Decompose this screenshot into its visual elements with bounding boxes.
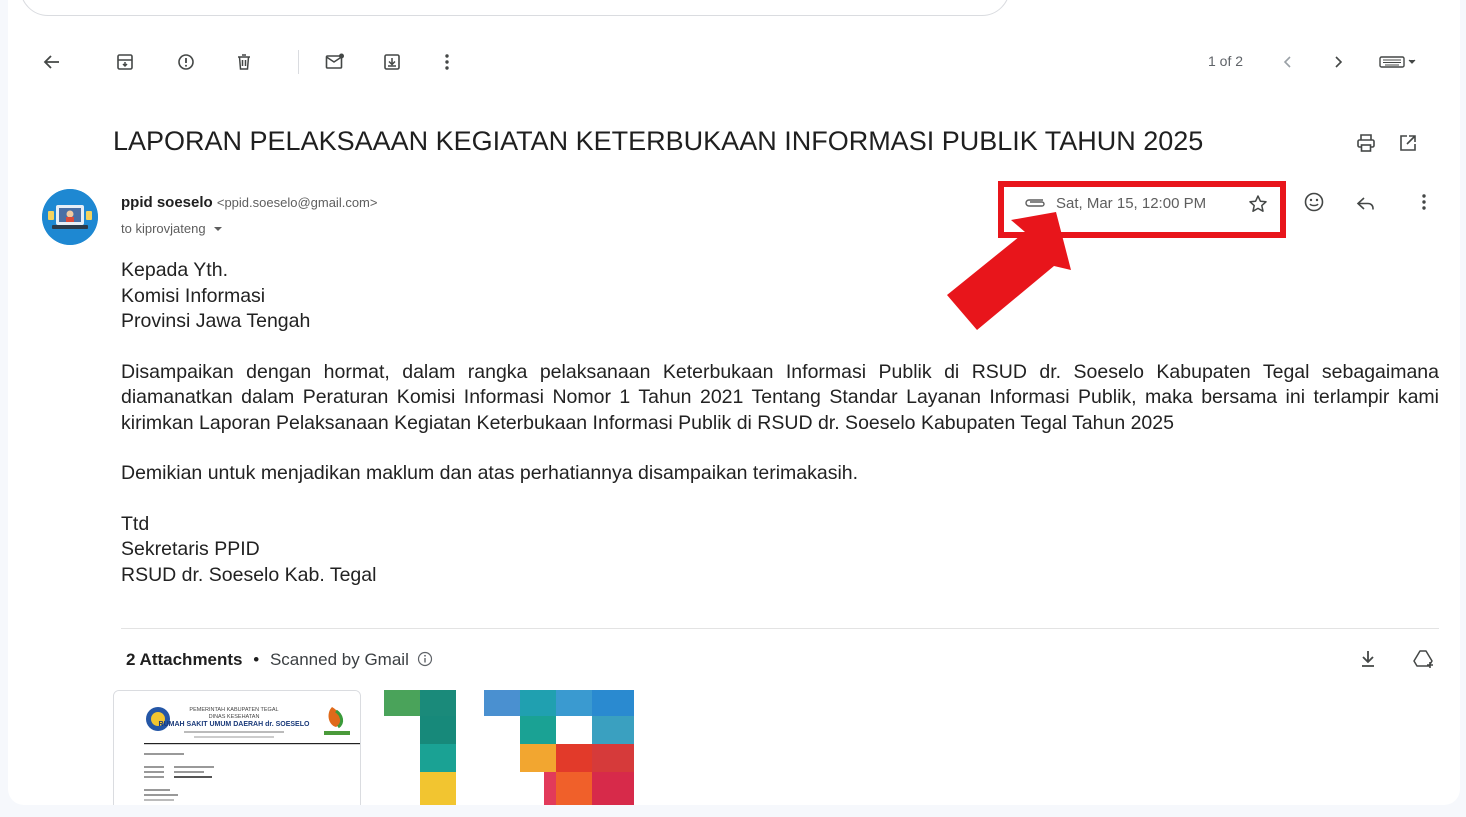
message-more-icon[interactable] (1410, 188, 1438, 216)
subject-row: LAPORAN PELAKSAAAN KEGIATAN KETERBUKAAN … (113, 122, 1443, 162)
signature-line: Sekretaris PPID (121, 538, 260, 560)
add-reaction-icon[interactable] (1300, 188, 1328, 216)
info-icon[interactable] (417, 651, 433, 667)
recipient-label: to kiprovjateng (121, 221, 206, 236)
closing-paragraph: Demikian untuk menjadikan maklum dan ata… (121, 462, 859, 484)
signature-line: RSUD dr. Soeselo Kab. Tegal (121, 563, 377, 586)
greeting-line: Provinsi Jawa Tengah (121, 310, 311, 332)
email-date: Sat, Mar 15, 12:00 PM (1056, 195, 1207, 212)
greeting-block: Kepada Yth. Komisi Informasi Provinsi Ja… (121, 258, 1439, 335)
attachment-thumbnail-letter[interactable]: PEMERINTAH KABUPATEN TEGAL DINAS KESEHAT… (113, 690, 361, 805)
letterhead-line: RUMAH SAKIT UMUM DAERAH dr. SOESELO (159, 721, 310, 728)
mark-unread-icon[interactable] (321, 48, 349, 76)
letterhead-line: PEMERINTAH KABUPATEN TEGAL (189, 707, 278, 713)
email-body: Kepada Yth. Komisi Informasi Provinsi Ja… (121, 258, 1439, 613)
attachments-header: 2 Attachments • Scanned by Gmail (126, 650, 433, 670)
older-chevron-icon[interactable] (1324, 48, 1352, 76)
greeting-line: Kepada Yth. (121, 259, 228, 281)
toolbar-divider (298, 50, 299, 74)
recipient-dropdown-icon[interactable] (213, 225, 223, 233)
email-subject: LAPORAN PELAKSAAAN KEGIATAN KETERBUKAAN … (113, 126, 1204, 156)
back-arrow-icon[interactable] (38, 48, 66, 76)
signature-line: Ttd (121, 512, 150, 535)
attachments-count: 2 Attachments (126, 650, 243, 669)
attachment-thumbnail-image[interactable] (384, 690, 634, 805)
signature-block: Ttd Sekretaris PPID RSUD dr. Soeselo Kab… (121, 512, 1439, 589)
delete-icon[interactable] (230, 48, 258, 76)
email-view: 1 of 2 LAPORAN PELAKSAAAN KEGIATAN KETER… (8, 0, 1460, 805)
letterhead-line: DINAS KESEHATAN (209, 714, 260, 720)
report-spam-icon[interactable] (172, 48, 200, 76)
sender-email: <ppid.soeselo@gmail.com> (216, 195, 378, 210)
move-to-icon[interactable] (378, 48, 406, 76)
more-vertical-icon[interactable] (433, 48, 461, 76)
attachments-divider (121, 628, 1439, 629)
sender-name[interactable]: ppid soeselo (121, 194, 213, 211)
archive-icon[interactable] (111, 48, 139, 76)
sender-avatar[interactable] (42, 189, 98, 245)
newer-chevron-icon[interactable] (1274, 48, 1302, 76)
pager-label: 1 of 2 (1208, 53, 1244, 69)
scanned-label: Scanned by Gmail (269, 650, 409, 669)
body-paragraph: Disampaikan dengan hormat, dalam rangka … (121, 360, 1439, 434)
star-icon[interactable] (1244, 190, 1272, 218)
recipient-line[interactable]: to kiprovjateng (121, 221, 223, 236)
sender-line: ppid soeselo <ppid.soeselo@gmail.com> (121, 194, 377, 211)
print-icon[interactable] (1352, 129, 1380, 157)
reply-icon[interactable] (1352, 190, 1380, 218)
open-new-window-icon[interactable] (1394, 129, 1422, 157)
download-all-icon[interactable] (1354, 645, 1382, 673)
input-tools-icon[interactable] (1376, 48, 1422, 76)
add-to-drive-icon[interactable] (1410, 645, 1438, 673)
search-bar[interactable] (20, 0, 1010, 16)
attachments-separator: • (253, 650, 260, 669)
greeting-line: Komisi Informasi (121, 284, 266, 307)
